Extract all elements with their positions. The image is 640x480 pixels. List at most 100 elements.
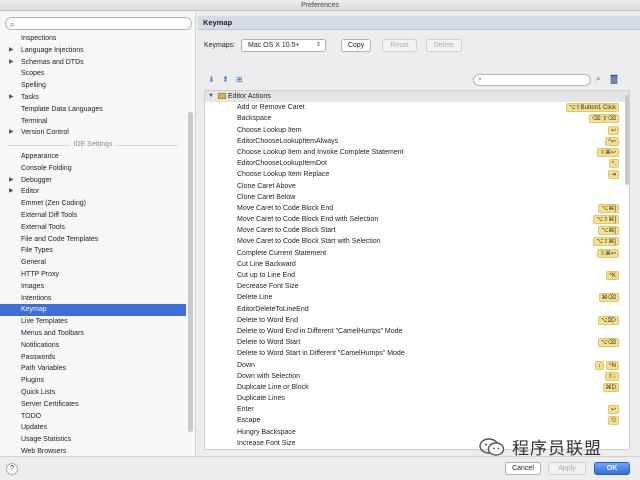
- sidebar-item-file-and-code-templates[interactable]: File and Code Templates: [0, 234, 186, 246]
- trash-icon[interactable]: [610, 74, 618, 84]
- sidebar-item-todo[interactable]: TODO: [0, 411, 186, 423]
- sidebar-item-terminal[interactable]: Terminal: [0, 116, 186, 128]
- keymap-action-row[interactable]: Choose Lookup Item ↩: [205, 125, 629, 136]
- keymap-action-row[interactable]: EditorDeleteToLineEnd: [205, 304, 629, 315]
- sidebar-item-scopes[interactable]: Scopes: [0, 68, 186, 80]
- keymap-action-row[interactable]: Cut Line Backward: [205, 259, 629, 270]
- sidebar-item-external-diff-tools[interactable]: External Diff Tools: [0, 210, 186, 222]
- window-title: Preferences: [0, 0, 640, 11]
- sidebar-item-server-certificates[interactable]: Server Certificates: [0, 399, 186, 411]
- keymap-action-row[interactable]: Down ^N ↓: [205, 360, 629, 371]
- sidebar-scrollbar[interactable]: [188, 112, 193, 432]
- ok-button[interactable]: OK: [594, 462, 630, 475]
- sidebar-item-spelling[interactable]: Spelling: [0, 80, 186, 92]
- keymap-action-row[interactable]: Delete Line ⌘⌫: [205, 292, 629, 303]
- settings-sidebar: ⌕ Inspections ▶ Language Injections ▶ Schema…: [0, 12, 196, 456]
- sidebar-item-template-data-languages[interactable]: Template Data Languages: [0, 104, 186, 116]
- settings-search-input[interactable]: ⌕: [5, 17, 192, 30]
- sidebar-item-quick-lists[interactable]: Quick Lists: [0, 387, 186, 399]
- sidebar-item-language-injections[interactable]: ▶ Language Injections: [0, 45, 186, 57]
- keymap-dropdown[interactable]: Mac OS X 10.5+ ⇕: [241, 39, 326, 52]
- wechat-logo-icon: [479, 437, 505, 456]
- keymap-action-row[interactable]: Backspace ⇧⌫ ⌫: [205, 113, 629, 124]
- sidebar-item-live-templates[interactable]: Live Templates: [0, 316, 186, 328]
- keymap-action-row[interactable]: Move Caret to Code Block Start ⌥⌘[: [205, 225, 629, 236]
- chevron-right-icon[interactable]: ▶: [9, 57, 14, 69]
- edit-shortcut-icon[interactable]: ⊞: [236, 75, 243, 84]
- tree-group-editor-actions[interactable]: ▼ Editor Actions: [205, 91, 629, 103]
- chevron-right-icon[interactable]: ▶: [9, 175, 14, 187]
- keymap-action-row[interactable]: Choose Lookup Item Replace ⇥: [205, 169, 629, 180]
- keymap-action-row[interactable]: Move Caret to Code Block Start with Sele…: [205, 236, 629, 247]
- sidebar-item-debugger[interactable]: ▶ Debugger: [0, 175, 186, 187]
- sidebar-item-label: General: [21, 259, 46, 267]
- sidebar-item-schemas-and-dtds[interactable]: ▶ Schemas and DTDs: [0, 57, 186, 69]
- keymap-action-row[interactable]: Delete to Word End in Different "CamelHu…: [205, 326, 629, 337]
- chevron-right-icon[interactable]: ▶: [9, 186, 14, 198]
- sidebar-item-inspections[interactable]: Inspections: [0, 33, 186, 45]
- sidebar-item-web-browsers[interactable]: Web Browsers: [0, 446, 186, 456]
- apply-button[interactable]: Apply: [548, 462, 586, 475]
- reset-button[interactable]: Reset: [382, 39, 417, 52]
- sidebar-item-passwords[interactable]: Passwords: [0, 352, 186, 364]
- action-label: Decrease Font Size: [237, 283, 299, 291]
- keymap-action-row[interactable]: Move Caret to Code Block End with Select…: [205, 214, 629, 225]
- keymap-action-row[interactable]: Add or Remove Caret ⌥⇧Button1 Click: [205, 102, 629, 113]
- keymap-action-row[interactable]: Duplicate Line or Block ⌘D: [205, 382, 629, 393]
- sidebar-item-version-control[interactable]: ▶ Version Control: [0, 127, 186, 139]
- shortcut-badge: ⇥: [607, 170, 619, 180]
- sidebar-item-editor[interactable]: ▶ Editor: [0, 186, 186, 198]
- keymap-action-row[interactable]: Move Caret to Code Block End ⌥⌘]: [205, 203, 629, 214]
- sidebar-item-keymap[interactable]: Keymap: [0, 304, 186, 317]
- keymap-action-row[interactable]: Choose Lookup Item and Invoke Complete S…: [205, 147, 629, 158]
- keymap-action-row[interactable]: EditorChooseLookupItemDot ^.: [205, 158, 629, 169]
- keymap-action-row[interactable]: Down with Selection ⇧↓: [205, 371, 629, 382]
- sidebar-item-file-types[interactable]: File Types: [0, 245, 186, 257]
- action-label: Choose Lookup Item Replace: [237, 171, 330, 179]
- keymap-action-row[interactable]: Duplicate Lines: [205, 393, 629, 404]
- sidebar-item-plugins[interactable]: Plugins: [0, 375, 186, 387]
- keymap-action-row[interactable]: Decrease Font Size: [205, 281, 629, 292]
- sidebar-item-tasks[interactable]: ▶ Tasks: [0, 92, 186, 104]
- shortcut-badge: ⇧⌘↩: [596, 248, 619, 258]
- keymap-search-input[interactable]: ⌕: [473, 74, 591, 86]
- keymap-action-row[interactable]: Escape ⎋: [205, 415, 629, 426]
- action-label: Move Caret to Code Block End: [237, 204, 334, 212]
- sidebar-item-usage-statistics[interactable]: Usage Statistics: [0, 434, 186, 446]
- keymap-action-row[interactable]: Clone Caret Below: [205, 192, 629, 203]
- find-shortcut-icon[interactable]: ⌕: [596, 74, 600, 84]
- copy-button[interactable]: Copy: [341, 39, 371, 52]
- sidebar-item-path-variables[interactable]: Path Variables: [0, 363, 186, 375]
- settings-tree: Inspections ▶ Language Injections ▶ Schemas …: [0, 33, 186, 456]
- keymap-action-row[interactable]: Delete to Word End ⌥⌦: [205, 315, 629, 326]
- sidebar-item-general[interactable]: General: [0, 257, 186, 269]
- keymap-action-row[interactable]: Delete to Word Start in Different "Camel…: [205, 348, 629, 359]
- tree-scrollbar[interactable]: [625, 95, 629, 185]
- sidebar-item-appearance[interactable]: Appearance: [0, 151, 186, 163]
- shortcut-badge: ↩: [607, 125, 619, 135]
- delete-button[interactable]: Delete: [426, 39, 462, 52]
- sidebar-item-updates[interactable]: Updates: [0, 422, 186, 434]
- help-button[interactable]: ?: [6, 463, 18, 475]
- sidebar-item-http-proxy[interactable]: HTTP Proxy: [0, 269, 186, 281]
- keymap-action-row[interactable]: EditorChooseLookupItemAlways ^↩: [205, 136, 629, 147]
- keymap-action-row[interactable]: Enter ↩: [205, 404, 629, 415]
- sidebar-item-notifications[interactable]: Notifications: [0, 340, 186, 352]
- keymap-action-row[interactable]: Cut up to Line End ^K: [205, 270, 629, 281]
- sidebar-item-external-tools[interactable]: External Tools: [0, 222, 186, 234]
- sidebar-item-emmet-zen-coding[interactable]: Emmet (Zen Coding): [0, 198, 186, 210]
- keymap-action-row[interactable]: Delete to Word Start ⌥⌫: [205, 337, 629, 348]
- chevron-right-icon[interactable]: ▶: [9, 45, 14, 57]
- collapse-all-icon[interactable]: ⇞: [222, 75, 229, 84]
- cancel-button[interactable]: Cancel: [505, 462, 541, 475]
- sidebar-item-intentions[interactable]: Intentions: [0, 293, 186, 305]
- keymap-action-row[interactable]: Clone Caret Above: [205, 181, 629, 192]
- chevron-right-icon[interactable]: ▶: [9, 92, 14, 104]
- sidebar-item-menus-and-toolbars[interactable]: Menus and Toolbars: [0, 328, 186, 340]
- chevron-right-icon[interactable]: ▶: [9, 127, 14, 139]
- keymap-action-row[interactable]: Complete Current Statement ⇧⌘↩: [205, 248, 629, 259]
- sidebar-item-images[interactable]: Images: [0, 281, 186, 293]
- expand-all-icon[interactable]: ⇟: [208, 75, 215, 84]
- sidebar-item-console-folding[interactable]: Console Folding: [0, 163, 186, 175]
- chevron-down-icon[interactable]: ▼: [208, 91, 214, 102]
